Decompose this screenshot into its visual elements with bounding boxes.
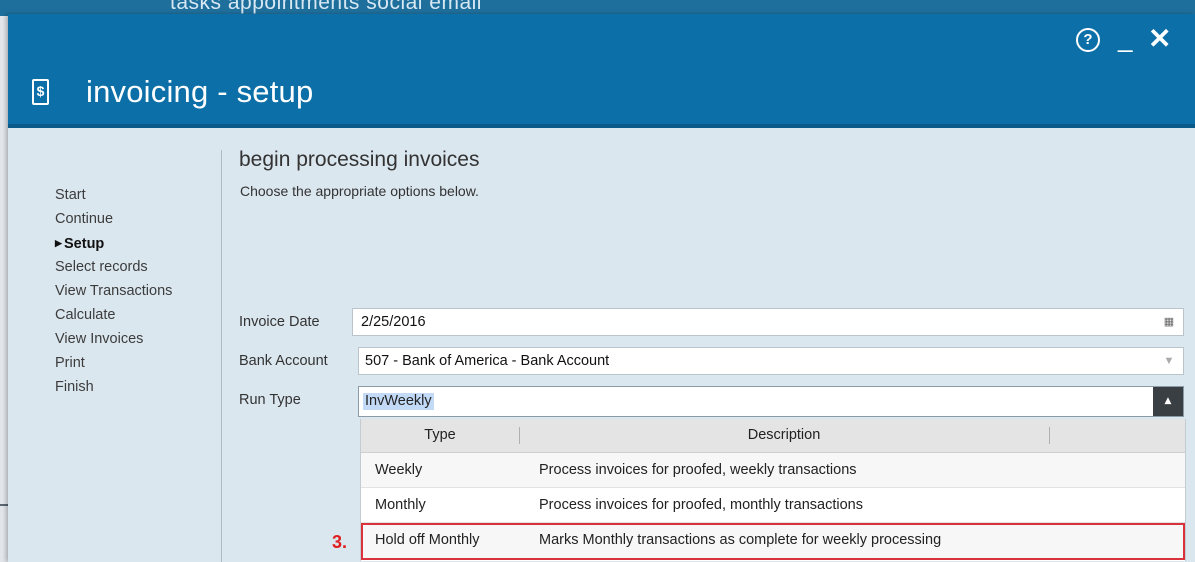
bank-account-value: 507 - Bank of America - Bank Account	[365, 353, 610, 369]
page-subheading: Choose the appropriate options below.	[240, 183, 479, 199]
column-separator	[1049, 427, 1050, 444]
nav-item-calculate[interactable]: Calculate	[55, 303, 225, 327]
grid-row-weekly[interactable]: Weekly Process invoices for proofed, wee…	[361, 453, 1185, 488]
column-header-type[interactable]: Type	[361, 427, 519, 443]
nav-item-view-invoices[interactable]: View Invoices	[55, 327, 225, 351]
row-type: Monthly	[375, 497, 426, 513]
current-step-arrow-icon: ▶	[55, 238, 62, 248]
window-title: invoicing - setup	[86, 74, 314, 109]
nav-item-view-transactions[interactable]: View Transactions	[55, 279, 225, 303]
step-annotation: 3.	[332, 532, 348, 552]
run-type-select[interactable]: InvWeekly ▲	[358, 386, 1184, 417]
run-type-value[interactable]: InvWeekly	[363, 393, 434, 410]
run-type-dropdown-grid: Type Description Weekly Process invoices…	[360, 419, 1186, 561]
nav-divider	[221, 150, 222, 562]
wizard-nav: Start Continue ▶ Setup Select records Vie…	[55, 183, 225, 399]
nav-item-continue[interactable]: Continue	[55, 207, 225, 231]
invoice-date-label: Invoice Date	[239, 314, 320, 330]
row-description: Process invoices for proofed, weekly tra…	[539, 462, 857, 478]
nav-item-select-records[interactable]: Select records	[55, 255, 225, 279]
nav-label: Finish	[55, 379, 94, 395]
nav-label: Calculate	[55, 307, 116, 323]
nav-label: Setup	[64, 236, 105, 252]
column-header-description[interactable]: Description	[519, 427, 1049, 443]
bank-account-label: Bank Account	[239, 353, 328, 369]
invoice-date-value: 2/25/2016	[361, 314, 426, 330]
nav-item-print[interactable]: Print	[55, 351, 225, 375]
nav-label: Start	[55, 187, 86, 203]
chevron-down-icon[interactable]: ▼	[1155, 348, 1183, 374]
nav-label: Print	[55, 355, 85, 371]
nav-label: View Invoices	[55, 331, 144, 347]
calendar-icon[interactable]: ▦	[1155, 309, 1183, 335]
grid-row-monthly[interactable]: Monthly Process invoices for proofed, mo…	[361, 488, 1185, 523]
bank-account-select[interactable]: 507 - Bank of America - Bank Account ▼	[358, 347, 1184, 375]
nav-label: View Transactions	[55, 283, 173, 299]
close-button[interactable]: ✕	[1148, 22, 1171, 55]
row-description: Process invoices for proofed, monthly tr…	[539, 497, 863, 513]
nav-label: Select records	[55, 259, 148, 275]
minimize-button[interactable]: _	[1118, 23, 1132, 54]
content-area: Start Continue ▶ Setup Select records Vie…	[8, 128, 1195, 562]
invoice-dollar-icon: $	[32, 79, 49, 105]
background-left-edge	[0, 16, 8, 562]
invoice-date-field[interactable]: 2/25/2016 ▦	[352, 308, 1184, 336]
help-button[interactable]: ?	[1076, 28, 1100, 52]
run-type-label: Run Type	[239, 392, 301, 408]
invoicing-setup-window: $ invoicing - setup ? _ ✕ Start Continue…	[8, 14, 1195, 562]
nav-item-setup[interactable]: ▶ Setup	[55, 231, 225, 255]
row-type: Hold off Monthly	[375, 532, 480, 548]
background-app-menu: tasks appointments social email	[170, 0, 482, 14]
row-type: Weekly	[375, 462, 423, 478]
page-heading: begin processing invoices	[239, 148, 480, 171]
row-description: Marks Monthly transactions as complete f…	[539, 532, 942, 548]
background-edge-mark	[0, 504, 8, 506]
title-bar: $ invoicing - setup ? _ ✕	[8, 14, 1195, 128]
nav-item-start[interactable]: Start	[55, 183, 225, 207]
grid-row-hold-off-monthly[interactable]: Hold off Monthly Marks Monthly transacti…	[361, 523, 1185, 560]
nav-label: Continue	[55, 211, 114, 227]
nav-item-finish[interactable]: Finish	[55, 375, 225, 399]
chevron-up-icon[interactable]: ▲	[1153, 387, 1183, 416]
grid-header: Type Description	[361, 419, 1185, 453]
